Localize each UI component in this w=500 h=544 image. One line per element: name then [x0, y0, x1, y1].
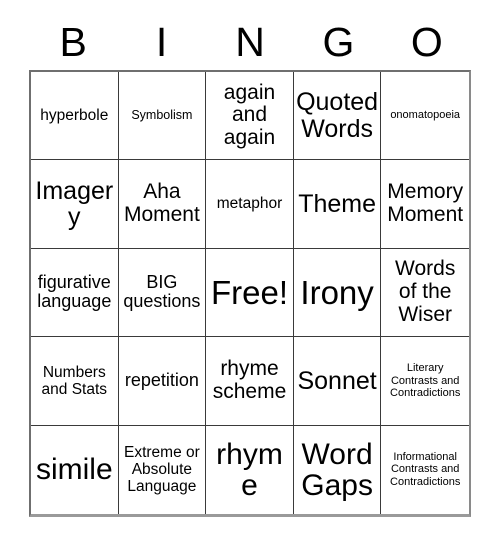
- bingo-cell-label: Sonnet: [297, 366, 377, 395]
- bingo-cell-o5[interactable]: Informational Contrasts and Contradictio…: [381, 425, 469, 514]
- bingo-cell-label: onomatopoeia: [390, 109, 461, 122]
- bingo-cell-o4[interactable]: Literary Contrasts and Contradictions: [381, 337, 469, 426]
- bingo-cell-label: hyperbole: [40, 107, 109, 125]
- bingo-cell-label: Word Gaps: [301, 437, 373, 502]
- bingo-cell-label: figurative language: [37, 271, 112, 312]
- bingo-cell-label: simile: [35, 453, 113, 487]
- bingo-cell-b1[interactable]: hyperbole: [31, 72, 119, 161]
- bingo-cell-g3[interactable]: Irony: [293, 248, 382, 338]
- bingo-cell-label: metaphor: [216, 195, 283, 213]
- bingo-cell-n2[interactable]: metaphor: [206, 160, 294, 249]
- bingo-cell-i4[interactable]: repetition: [118, 337, 207, 426]
- bingo-cell-i3[interactable]: BIG questions: [118, 248, 207, 338]
- bingo-cell-label: rhyme scheme: [212, 357, 287, 403]
- bingo-header-letter-o: O: [410, 18, 443, 65]
- bingo-card: B I N G O hyperbole Symbolism again and …: [0, 0, 500, 544]
- bingo-cell-o3[interactable]: Words of the Wiser: [381, 248, 469, 338]
- bingo-cell-i5[interactable]: Extreme or Absolute Language: [118, 425, 207, 514]
- bingo-cell-label: repetition: [124, 369, 199, 390]
- bingo-cell-label: Numbers and Stats: [41, 363, 108, 398]
- bingo-cell-b5[interactable]: simile: [31, 425, 119, 514]
- bingo-cell-free-space[interactable]: Free!: [206, 248, 294, 338]
- bingo-header-letter-b: B: [59, 18, 87, 65]
- bingo-cell-label: Theme: [298, 189, 376, 218]
- bingo-cell-b2[interactable]: Imagery: [31, 160, 119, 249]
- bingo-cell-o1[interactable]: onomatopoeia: [381, 72, 469, 161]
- bingo-cell-g4[interactable]: Sonnet: [293, 337, 382, 426]
- bingo-cell-label: again and again: [223, 80, 276, 150]
- bingo-cell-g5[interactable]: Word Gaps: [293, 425, 382, 514]
- bingo-cell-label: BIG questions: [123, 271, 201, 312]
- bingo-header-letter-i: I: [155, 18, 168, 65]
- bingo-cell-o2[interactable]: Memory Moment: [381, 160, 469, 249]
- bingo-cell-label: Symbolism: [131, 108, 193, 123]
- bingo-header-letter-g: G: [322, 18, 355, 65]
- bingo-cell-n1[interactable]: again and again: [206, 72, 294, 161]
- bingo-cell-b3[interactable]: figurative language: [31, 248, 119, 338]
- bingo-cell-b4[interactable]: Numbers and Stats: [31, 337, 119, 426]
- bingo-cell-n4[interactable]: rhyme scheme: [206, 337, 294, 426]
- bingo-header-row: B I N G O: [29, 14, 471, 70]
- bingo-cell-label: Irony: [300, 273, 374, 311]
- bingo-header-letter-n: N: [235, 18, 265, 65]
- bingo-cell-label: Literary Contrasts and Contradictions: [390, 361, 461, 400]
- bingo-cell-g1[interactable]: Quoted Words: [293, 72, 382, 161]
- bingo-cell-label: Imagery: [35, 176, 114, 232]
- bingo-cell-i2[interactable]: Aha Moment: [118, 160, 207, 249]
- bingo-cell-label: Informational Contrasts and Contradictio…: [390, 450, 461, 489]
- bingo-cell-g2[interactable]: Theme: [293, 160, 382, 249]
- bingo-cell-label: Memory Moment: [387, 180, 464, 227]
- bingo-cell-label: Words of the Wiser: [395, 257, 456, 326]
- bingo-cell-i1[interactable]: Symbolism: [118, 72, 207, 161]
- bingo-cell-label: rhyme: [216, 437, 283, 502]
- bingo-grid: hyperbole Symbolism again and again Quot…: [29, 70, 471, 517]
- bingo-cell-label: Aha Moment: [123, 180, 200, 227]
- bingo-cell-label: Extreme or Absolute Language: [123, 443, 200, 496]
- bingo-cell-label: Quoted Words: [296, 88, 379, 143]
- bingo-free-space-label: Free!: [210, 273, 288, 311]
- bingo-cell-n5[interactable]: rhyme: [206, 425, 294, 514]
